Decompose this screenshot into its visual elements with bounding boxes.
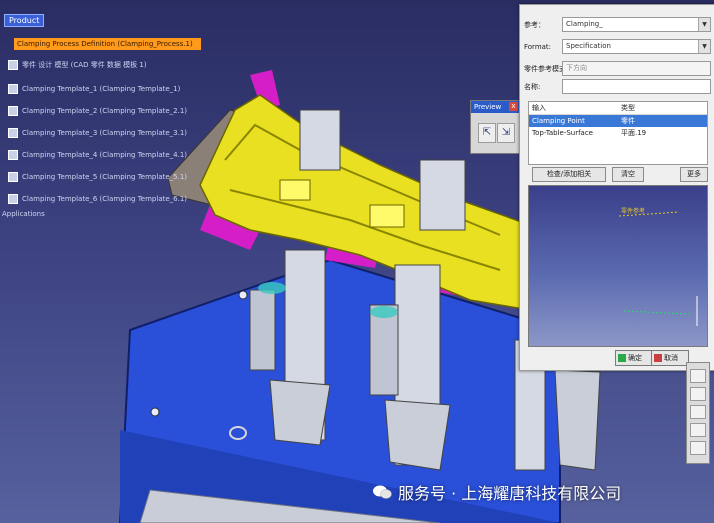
format-select[interactable]: Specification ▼ bbox=[562, 39, 711, 54]
tool-icon-a[interactable]: ⇱ bbox=[478, 123, 496, 143]
tree-item[interactable]: Clamping Template_2 (Clamping Template_2… bbox=[8, 106, 187, 116]
reference-select[interactable]: Clamping_ ▼ bbox=[562, 17, 711, 32]
tree-item[interactable]: 零件 设计 模型 (CAD 零件 数据 模板 1) bbox=[8, 60, 147, 70]
tool-icon[interactable] bbox=[690, 405, 706, 419]
clamping-dialog: 参考： Clamping_ ▼ Format: Specification ▼ … bbox=[519, 4, 714, 371]
part-icon bbox=[8, 172, 18, 182]
update-button[interactable]: 检查/添加相关 bbox=[532, 167, 606, 182]
tree-item[interactable]: Clamping Template_5 (Clamping Template_5… bbox=[8, 172, 187, 182]
tree-root-product[interactable]: Product bbox=[4, 14, 45, 27]
tool-icon-b[interactable]: ⇲ bbox=[497, 123, 515, 143]
preview-toolbar: Preview x ⇱ ⇲ bbox=[470, 100, 520, 154]
preview-pane: 零件参考 bbox=[528, 185, 708, 347]
cancel-button[interactable]: 取消 bbox=[651, 350, 689, 366]
preview-toolbar-title: Preview x bbox=[471, 101, 519, 113]
tool-icon[interactable] bbox=[690, 441, 706, 455]
tree-item[interactable]: Clamping Template_6 (Clamping Template_6… bbox=[8, 194, 187, 204]
close-icon[interactable]: x bbox=[509, 102, 518, 111]
tool-icon[interactable] bbox=[690, 423, 706, 437]
clear-button[interactable]: 清空 bbox=[612, 167, 644, 182]
wechat-icon bbox=[373, 485, 392, 499]
tree-item[interactable]: Clamping Template_4 (Clamping Template_4… bbox=[8, 150, 187, 160]
ok-button[interactable]: 确定 bbox=[615, 350, 653, 366]
tree-item[interactable]: Clamping Template_3 (Clamping Template_3… bbox=[8, 128, 187, 138]
input-list-header: 输入 类型 bbox=[529, 102, 707, 115]
side-toolbar bbox=[686, 362, 710, 464]
part-icon bbox=[8, 150, 18, 160]
field-part-reference-mode: 零件参考模式: 下方向 bbox=[524, 61, 711, 76]
specification-tree: Product Clamping Process Definition (Cla… bbox=[0, 0, 210, 230]
part-icon bbox=[8, 84, 18, 94]
field-format: Format: Specification ▼ bbox=[524, 39, 711, 54]
name-input[interactable] bbox=[562, 79, 711, 94]
tool-icon[interactable] bbox=[690, 369, 706, 383]
watermark: 服务号 · 上海耀唐科技有限公司 bbox=[372, 480, 621, 504]
part-icon bbox=[8, 106, 18, 116]
list-item[interactable]: Top-Table-Surface 平面.19 bbox=[529, 127, 707, 139]
part-reference-mode-input[interactable]: 下方向 bbox=[562, 61, 711, 76]
list-item[interactable]: Clamping Point 零件 bbox=[529, 115, 707, 127]
part-icon bbox=[8, 194, 18, 204]
check-icon bbox=[618, 354, 626, 362]
tree-item[interactable]: Clamping Template_1 (Clamping Template_1… bbox=[8, 84, 180, 94]
tool-icon[interactable] bbox=[690, 387, 706, 401]
input-list[interactable]: 输入 类型 Clamping Point 零件 Top-Table-Surfac… bbox=[528, 101, 708, 165]
more-button[interactable]: 更多 bbox=[680, 167, 708, 182]
tree-item-selected[interactable]: Clamping Process Definition (Clamping_Pr… bbox=[14, 38, 201, 50]
part-icon bbox=[8, 60, 18, 70]
tree-item-applications[interactable]: Applications bbox=[2, 210, 45, 218]
field-name: 名称: bbox=[524, 79, 711, 94]
part-icon bbox=[8, 128, 18, 138]
cancel-icon bbox=[654, 354, 662, 362]
preview-graphics bbox=[618, 211, 698, 326]
field-reference: 参考： Clamping_ ▼ bbox=[524, 17, 711, 32]
chevron-down-icon[interactable]: ▼ bbox=[698, 40, 710, 53]
preview-label: 零件参考 bbox=[621, 208, 646, 215]
chevron-down-icon[interactable]: ▼ bbox=[698, 18, 710, 31]
